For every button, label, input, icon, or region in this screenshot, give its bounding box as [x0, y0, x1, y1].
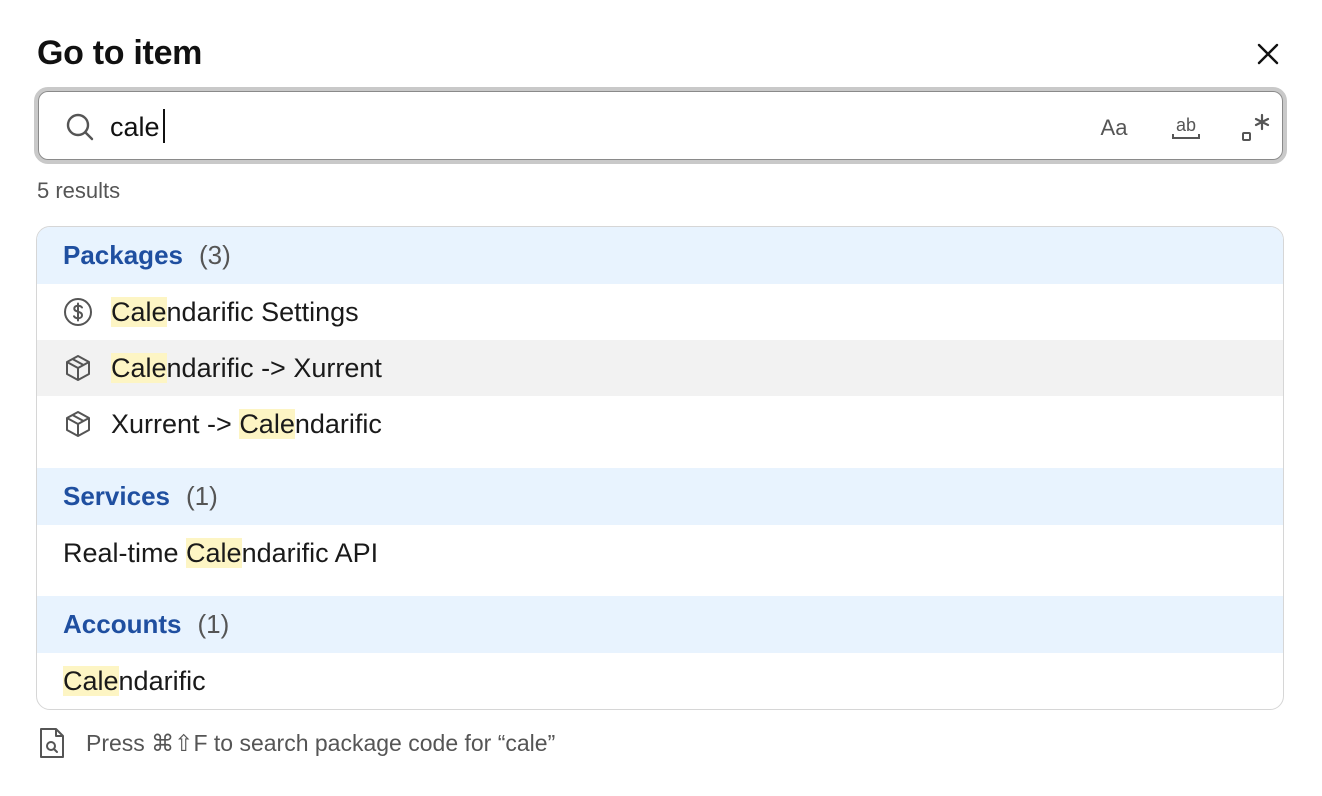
dollar-circle-icon [64, 298, 92, 326]
match-highlight: Cale [111, 296, 167, 327]
close-button[interactable] [1252, 38, 1284, 70]
match-highlight: Cale [186, 537, 242, 568]
group-header-accounts: Accounts (1) [37, 596, 1283, 653]
results-list: Packages (3) Calendarific Settings Calen… [36, 226, 1284, 710]
svg-text:ab: ab [1176, 115, 1196, 135]
result-row-calendarific-account[interactable]: Calendarific [37, 653, 1283, 709]
regex-button[interactable] [1236, 111, 1276, 145]
file-search-icon [40, 728, 64, 758]
result-label: Calendarific -> Xurrent [111, 352, 382, 383]
regex-icon [1242, 113, 1270, 141]
search-box: Aa ab [34, 87, 1287, 164]
result-label: Calendarific Settings [111, 296, 359, 327]
search-code-hint: Press ⌘⇧F to search package code for “ca… [38, 726, 555, 760]
group-count: (1) [197, 609, 230, 639]
footer-hint-text: Press ⌘⇧F to search package code for “ca… [86, 729, 556, 756]
match-highlight: Cale [239, 408, 295, 439]
results-count: 5 results [37, 178, 121, 203]
group-header-packages: Packages (3) [37, 227, 1283, 284]
dialog-title: Go to item [37, 34, 203, 72]
result-label: Real-time Calendarific API [63, 537, 379, 568]
package-icon [66, 355, 90, 381]
group-name: Services [63, 481, 170, 511]
group-count: (3) [198, 240, 231, 270]
result-label: Calendarific [63, 665, 206, 696]
group-header-services: Services (1) [37, 468, 1283, 525]
result-row-realtime-calendarific-api[interactable]: Real-time Calendarific API [37, 525, 1283, 581]
search-icon [66, 113, 94, 141]
group-name: Packages [63, 240, 183, 270]
match-case-button[interactable]: Aa [1094, 111, 1134, 145]
result-row-calendarific-to-xurrent[interactable]: Calendarific -> Xurrent [37, 340, 1283, 396]
whole-word-icon: ab [1172, 115, 1200, 139]
whole-word-button[interactable]: ab [1166, 111, 1206, 145]
go-to-item-dialog: Go to item Aa ab 5 results [0, 0, 1322, 796]
result-row-calendarific-settings[interactable]: Calendarific Settings [37, 284, 1283, 340]
result-label: Xurrent -> Calendarific [111, 408, 382, 439]
text-cursor [163, 109, 165, 143]
group-count: (1) [185, 481, 218, 511]
close-icon [1257, 43, 1279, 65]
group-name: Accounts [63, 609, 182, 639]
result-row-xurrent-to-calendarific[interactable]: Xurrent -> Calendarific [37, 396, 1283, 452]
match-highlight: Cale [63, 665, 119, 696]
package-icon [66, 411, 90, 437]
match-highlight: Cale [111, 352, 167, 383]
match-case-icon: Aa [1100, 115, 1128, 140]
search-input[interactable] [110, 109, 1010, 145]
